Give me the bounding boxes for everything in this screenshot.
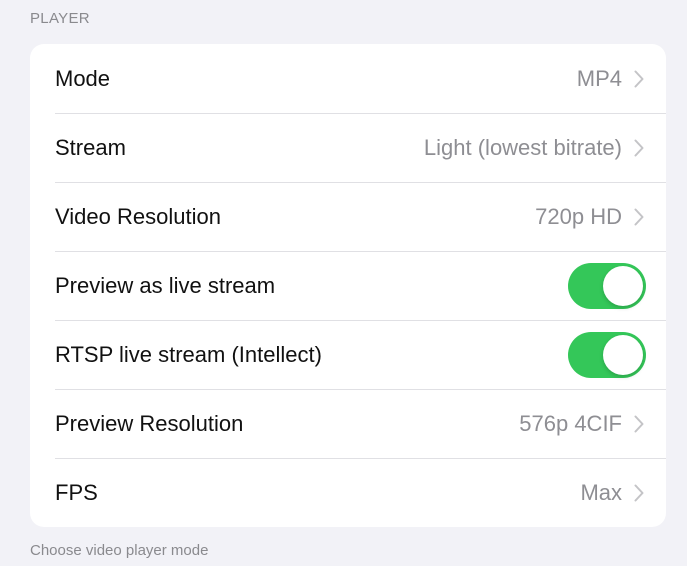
toggle-knob (603, 334, 643, 375)
row-video-resolution[interactable]: Video Resolution 720p HD (30, 182, 666, 251)
chevron-right-icon (634, 484, 644, 502)
row-label: FPS (55, 479, 98, 505)
section-header: PLAYER (30, 10, 90, 27)
preview-live-stream-toggle[interactable] (568, 262, 646, 309)
row-mode[interactable]: Mode MP4 (30, 44, 666, 113)
section-footer: Choose video player mode (30, 542, 209, 559)
rtsp-live-stream-toggle[interactable] (568, 331, 646, 378)
settings-page: PLAYER Mode MP4 Stream Light (lowest bit… (0, 0, 687, 566)
row-label: RTSP live stream (Intellect) (55, 341, 322, 367)
row-label: Video Resolution (55, 203, 221, 229)
row-value: Max (580, 479, 622, 505)
row-value: 720p HD (535, 203, 622, 229)
chevron-right-icon (634, 208, 644, 226)
row-label: Preview as live stream (55, 272, 276, 298)
row-label: Mode (55, 65, 111, 91)
row-value: Light (lowest bitrate) (423, 134, 622, 160)
player-settings-group: Mode MP4 Stream Light (lowest bitrate) V… (30, 44, 666, 527)
toggle-knob (603, 265, 643, 306)
row-stream[interactable]: Stream Light (lowest bitrate) (30, 113, 666, 182)
row-value: MP4 (576, 65, 622, 91)
chevron-right-icon (634, 139, 644, 157)
row-label: Preview Resolution (55, 410, 244, 436)
row-preview-live-stream: Preview as live stream (30, 251, 666, 320)
row-rtsp-live-stream: RTSP live stream (Intellect) (30, 320, 666, 389)
row-preview-resolution[interactable]: Preview Resolution 576p 4CIF (30, 389, 666, 458)
row-label: Stream (55, 134, 126, 160)
chevron-right-icon (634, 415, 644, 433)
row-value: 576p 4CIF (519, 410, 622, 436)
chevron-right-icon (634, 70, 644, 88)
row-fps[interactable]: FPS Max (30, 458, 666, 527)
